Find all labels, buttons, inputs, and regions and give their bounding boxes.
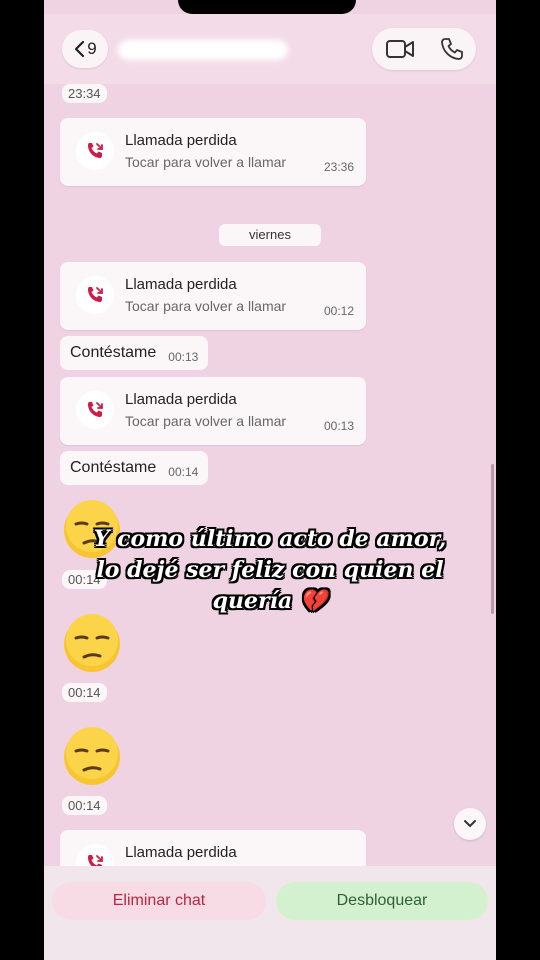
scroll-down-button[interactable] <box>454 808 486 840</box>
message-time: 23:34 <box>62 84 107 103</box>
call-buttons <box>372 28 476 70</box>
text-message[interactable]: Contéstame 00:14 <box>60 451 209 485</box>
delete-chat-button[interactable]: Eliminar chat <box>52 882 266 920</box>
caption-line: lo dejé ser feliz con quien el <box>96 557 444 583</box>
message-time: 00:14 <box>168 465 199 479</box>
date-separator: viernes <box>219 224 321 246</box>
back-button[interactable]: 9 <box>62 30 108 68</box>
message-text: Contéstame <box>70 344 157 361</box>
video-caption-overlay: Y como último acto de amor, lo dejé ser … <box>60 524 480 617</box>
message-time: 00:14 <box>62 683 107 702</box>
chat-header: 9 ▪ <box>44 14 496 84</box>
missed-call-message[interactable]: Llamada perdida Tocar para volver a llam… <box>60 377 366 445</box>
message-time: 00:14 <box>62 796 107 815</box>
text-message[interactable]: Contéstame 00:13 <box>60 336 209 370</box>
unamused-face-emoji-icon[interactable] <box>62 727 122 787</box>
missed-call-subtitle: Tocar para volver a llamar <box>125 298 287 314</box>
scrollbar[interactable] <box>491 464 494 614</box>
caption-line: Y como último acto de amor, <box>93 526 447 552</box>
missed-call-subtitle: Tocar para volver a llamar <box>125 154 287 170</box>
message-time: 00:13 <box>168 350 199 364</box>
message-time: 00:13 <box>323 419 354 433</box>
unblock-button[interactable]: Desbloquear <box>276 882 488 920</box>
missed-call-title: Llamada perdida <box>125 132 237 149</box>
message-text: Contéstame <box>70 459 157 476</box>
phone-icon[interactable] <box>440 37 464 61</box>
camera-notch <box>178 0 356 14</box>
missed-call-icon <box>76 276 114 314</box>
chevron-down-icon <box>464 820 476 827</box>
missed-call-icon <box>76 391 114 429</box>
missed-call-title: Llamada perdida <box>125 844 237 861</box>
blocked-chat-actions: Eliminar chat Desbloquear <box>44 866 496 960</box>
caption-line: quería 💔 <box>212 588 328 614</box>
missed-call-title: Llamada perdida <box>125 276 237 293</box>
chat-screen: 9 ▪ 23:34 Llamada perdida Tocar para vol… <box>44 0 496 960</box>
contact-name[interactable]: ▪ <box>118 40 288 60</box>
missed-call-subtitle: Tocar para volver a llamar <box>125 413 287 429</box>
video-camera-icon[interactable] <box>385 38 415 60</box>
message-list[interactable]: 23:34 Llamada perdida Tocar para volver … <box>44 84 496 898</box>
unamused-face-emoji-icon[interactable] <box>62 614 122 674</box>
missed-call-title: Llamada perdida <box>125 391 237 408</box>
missed-call-message[interactable]: Llamada perdida Tocar para volver a llam… <box>60 118 366 186</box>
missed-call-icon <box>76 132 114 170</box>
message-time: 23:36 <box>323 160 354 174</box>
message-time: 00:12 <box>323 304 354 318</box>
back-unread-count: 9 <box>87 39 97 58</box>
missed-call-message[interactable]: Llamada perdida Tocar para volver a llam… <box>60 262 366 330</box>
chevron-left-icon <box>75 40 85 58</box>
